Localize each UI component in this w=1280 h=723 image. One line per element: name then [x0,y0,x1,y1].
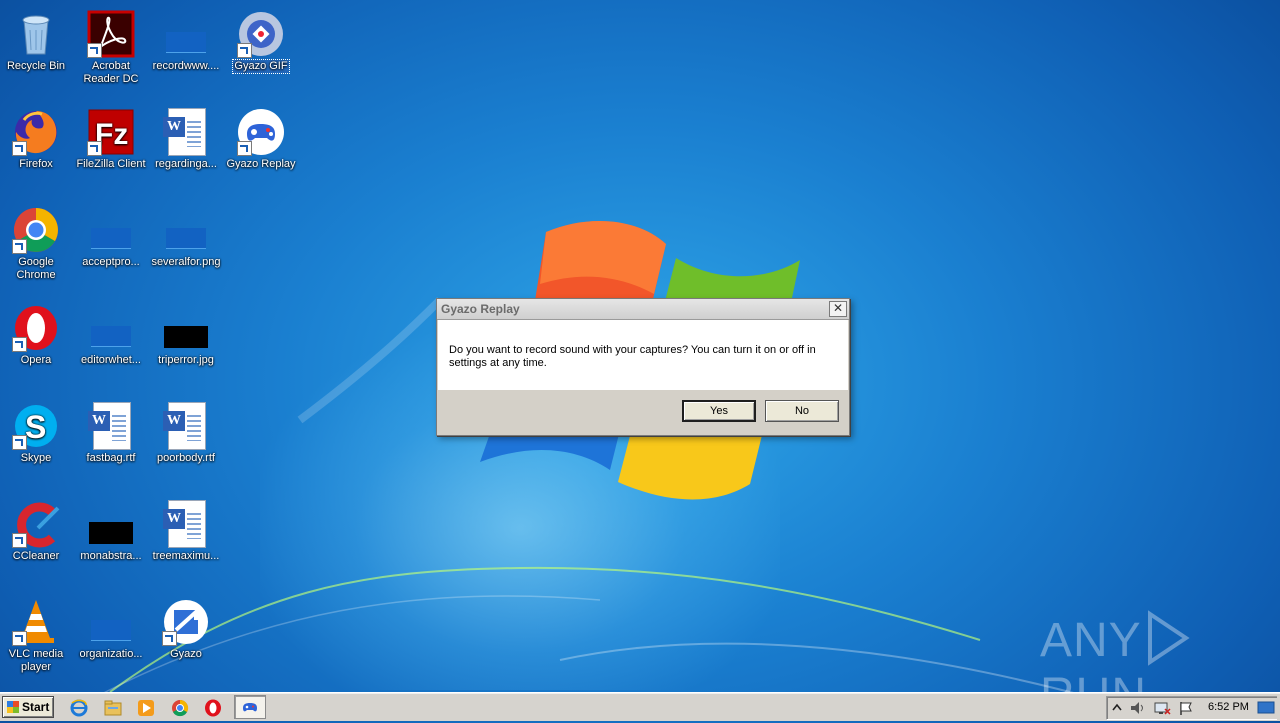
desktop-icon-acceptpro[interactable]: acceptpro... [75,200,147,290]
opera-taskbar-icon[interactable] [204,699,222,717]
show-desktop-icon[interactable] [1257,701,1275,715]
word-document-icon [162,500,210,548]
dialog-title: Gyazo Replay [441,302,520,316]
desktop-icon-gyazo-gif[interactable]: Gyazo GIF [225,4,297,94]
desktop-icon-editorwhet[interactable]: editorwhet... [75,298,147,388]
taskbar: Start 6:52 PM [0,692,1280,721]
system-tray [1106,696,1277,720]
gyazo-replay-icon [237,108,285,156]
gyazo-replay-dialog: Gyazo Replay ✕ Do you want to record sou… [436,298,850,436]
media-player-icon[interactable] [137,699,155,717]
desktop-icon-monabstra[interactable]: monabstra... [75,494,147,584]
show-hidden-icons-icon[interactable] [1111,701,1123,715]
start-button[interactable]: Start [2,696,54,718]
shortcut-arrow-icon [237,141,252,156]
yes-button[interactable]: Yes [682,400,756,422]
desktop-icon-gyazo[interactable]: Gyazo [150,592,222,682]
action-center-flag-icon[interactable] [1177,700,1195,716]
shortcut-arrow-icon [12,239,27,254]
volume-icon[interactable] [1129,700,1147,716]
image-thumbnail-icon [87,500,135,548]
desktop-icon-recycle-bin[interactable]: Recycle Bin [0,4,72,94]
word-document-icon [162,108,210,156]
gyazo-replay-taskbar-icon [243,703,257,712]
shortcut-arrow-icon [162,631,177,646]
shortcut-arrow-icon [237,43,252,58]
shortcut-arrow-icon [12,337,27,352]
gyazo-icon [162,598,210,646]
image-thumbnail-icon [162,304,210,352]
desktop-icon-treemaximu[interactable]: treemaximu... [150,494,222,584]
desktop-icon-chrome[interactable]: Google Chrome [0,200,72,290]
gyazo-gif-icon [237,10,285,58]
vlc-cone-icon [12,598,60,646]
file-thumbnail-icon [87,598,135,646]
word-document-icon [87,402,135,450]
internet-explorer-icon[interactable] [70,699,88,717]
file-explorer-icon[interactable] [104,699,122,717]
opera-icon [12,304,60,352]
desktop-icon-organizatio[interactable]: organizatio... [75,592,147,682]
desktop-icon-vlc[interactable]: VLC media player [0,592,72,682]
desktop-icon-filezilla[interactable]: Fz FileZilla Client [75,102,147,192]
desktop-icon-acrobat[interactable]: Acrobat Reader DC [75,4,147,94]
shortcut-arrow-icon [87,141,102,156]
file-thumbnail-icon [87,304,135,352]
recycle-bin-icon [12,10,60,58]
shortcut-arrow-icon [12,435,27,450]
desktop-icon-triperror[interactable]: triperror.jpg [150,298,222,388]
firefox-icon [12,108,60,156]
desktop-icon-severalfor[interactable]: severalfor.png [150,200,222,290]
dialog-titlebar[interactable]: Gyazo Replay ✕ [437,299,849,320]
ccleaner-icon [12,500,60,548]
chrome-taskbar-icon[interactable] [171,699,189,717]
skype-icon: S [12,402,60,450]
shortcut-arrow-icon [12,141,27,156]
shortcut-arrow-icon [87,43,102,58]
desktop-icon-recordwww[interactable]: recordwww.... [150,4,222,94]
desktop-icon-opera[interactable]: Opera [0,298,72,388]
acrobat-icon [87,10,135,58]
file-thumbnail-icon [162,10,210,58]
dialog-body: Do you want to record sound with your ca… [438,320,848,390]
desktop-icon-ccleaner[interactable]: CCleaner [0,494,72,584]
shortcut-arrow-icon [12,631,27,646]
shortcut-arrow-icon [12,533,27,548]
file-thumbnail-icon [162,206,210,254]
play-triangle-icon [1147,610,1190,666]
no-button[interactable]: No [765,400,839,422]
desktop-icon-fastbag[interactable]: fastbag.rtf [75,396,147,486]
desktop-icon-firefox[interactable]: Firefox [0,102,72,192]
desktop-icon-regardinga[interactable]: regardinga... [150,102,222,192]
network-icon[interactable] [1153,700,1171,716]
word-document-icon [162,402,210,450]
dialog-message: Do you want to record sound with your ca… [449,344,816,369]
svg-text:S: S [25,409,46,445]
chrome-icon [12,206,60,254]
filezilla-icon: Fz [87,108,135,156]
windows-flag-icon [7,701,19,713]
desktop-icon-gyazo-replay[interactable]: Gyazo Replay [225,102,297,192]
close-icon[interactable]: ✕ [829,301,847,317]
file-thumbnail-icon [87,206,135,254]
desktop-icon-skype[interactable]: S Skype [0,396,72,486]
taskbar-clock[interactable]: 6:52 PM [1208,701,1249,713]
taskbar-gyazo-replay-button[interactable] [234,695,266,719]
desktop-icon-poorbody[interactable]: poorbody.rtf [150,396,222,486]
